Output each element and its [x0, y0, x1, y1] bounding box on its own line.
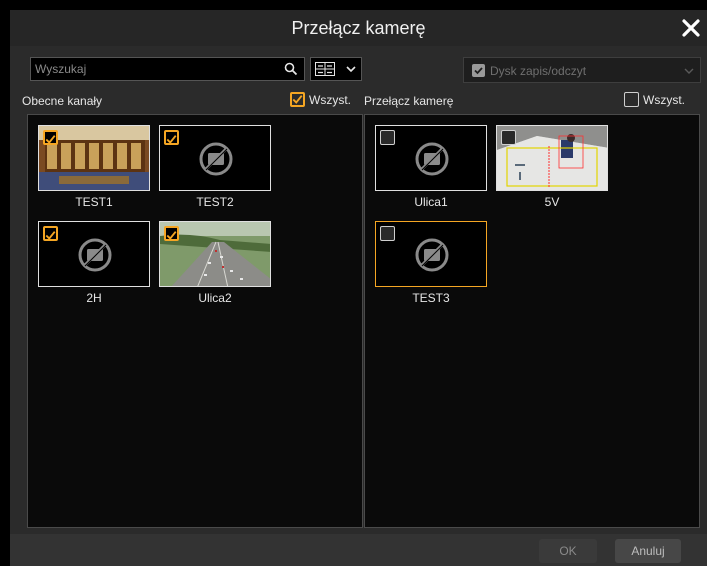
no-video-icon: [78, 238, 112, 272]
checkbox-checked-icon[interactable]: [164, 130, 179, 145]
checkbox-unchecked-icon[interactable]: [380, 130, 395, 145]
channel-name: TEST3: [412, 291, 450, 305]
ok-button[interactable]: OK: [539, 539, 597, 563]
checkbox-checked-icon[interactable]: [43, 130, 58, 145]
chevron-down-icon: [346, 66, 356, 73]
checkbox-checked-icon[interactable]: [43, 226, 58, 241]
channel-name: TEST1: [75, 195, 113, 209]
chevron-down-icon: [684, 68, 694, 74]
title-bar: Przełącz kamerę: [10, 10, 707, 46]
dialog-title: Przełącz kamerę: [291, 18, 426, 38]
checkbox-unchecked-icon: [624, 92, 639, 107]
current-channels-label: Obecne kanały: [22, 94, 103, 108]
search-icon[interactable]: [284, 62, 298, 76]
checkbox-unchecked-icon[interactable]: [380, 226, 395, 241]
search-input[interactable]: [35, 60, 275, 78]
disk-check-icon: [472, 64, 485, 77]
channel-name: Ulica2: [198, 291, 232, 305]
checkbox-unchecked-icon[interactable]: [501, 130, 516, 145]
channel-tile-test2[interactable]: [159, 125, 271, 191]
channel-name: Ulica1: [414, 195, 448, 209]
switch-camera-label: Przełącz kamerę: [364, 94, 454, 108]
disk-select-label: Dysk zapis/odczyt: [490, 64, 587, 78]
dialog-footer: OK Anuluj: [10, 534, 707, 566]
right-select-all-label: Wszyst.: [643, 93, 685, 107]
no-video-icon: [415, 142, 449, 176]
grid-layout-icon: [315, 62, 335, 76]
cancel-button[interactable]: Anuluj: [615, 539, 681, 563]
no-video-icon: [199, 142, 233, 176]
switch-camera-dialog: Przełącz kamerę Dysk zapis/odczyt Obec: [10, 10, 707, 566]
switch-camera-panel: Ulica1 5V TEST3: [364, 114, 700, 528]
no-video-icon: [415, 238, 449, 272]
search-field[interactable]: [30, 57, 305, 81]
channel-tile-test3[interactable]: [375, 221, 487, 287]
channel-tile-ulica1[interactable]: [375, 125, 487, 191]
channel-tile-test1[interactable]: [38, 125, 150, 191]
channel-name: TEST2: [196, 195, 234, 209]
left-select-all-checkbox[interactable]: Wszyst.: [290, 92, 360, 108]
current-channels-panel: TEST1 TEST2 2H Ulica2: [27, 114, 363, 528]
view-layout-selector[interactable]: [310, 57, 362, 81]
checkbox-checked-icon[interactable]: [164, 226, 179, 241]
channel-name: 5V: [544, 195, 560, 209]
checkbox-checked-icon: [290, 92, 305, 107]
channel-tile-2h[interactable]: [38, 221, 150, 287]
channel-tile-ulica2[interactable]: [159, 221, 271, 287]
close-icon[interactable]: [679, 16, 703, 40]
left-select-all-label: Wszyst.: [309, 93, 351, 107]
right-select-all-checkbox[interactable]: Wszyst.: [624, 92, 696, 108]
channel-tile-5v[interactable]: [496, 125, 608, 191]
disk-select[interactable]: Dysk zapis/odczyt: [463, 57, 701, 83]
channel-name: 2H: [86, 291, 102, 305]
